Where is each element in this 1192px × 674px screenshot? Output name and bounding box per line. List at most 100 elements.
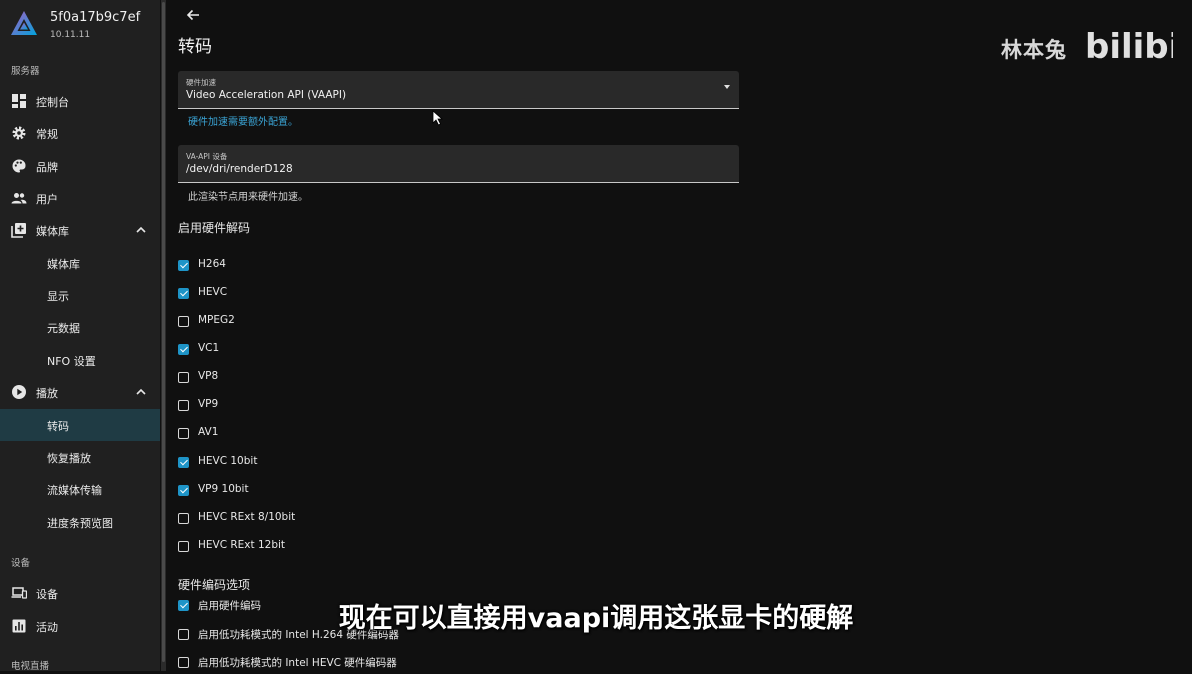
video-watermark: 林本兔 bilibili bbox=[1001, 22, 1181, 66]
codec-label: VP9 bbox=[198, 398, 219, 410]
codec-label: MPEG2 bbox=[198, 314, 235, 326]
codec-label: HEVC bbox=[198, 286, 228, 298]
checkbox[interactable] bbox=[178, 400, 189, 411]
chevron-up-icon[interactable] bbox=[134, 385, 148, 399]
codec-label: HEVC 10bit bbox=[198, 455, 258, 467]
page-title: 转码 bbox=[178, 37, 212, 57]
sidebar-item-label: 控制台 bbox=[36, 96, 69, 109]
bilibili-logo-icon: bilibili bbox=[1085, 27, 1173, 66]
library-add-icon bbox=[11, 223, 26, 238]
decode-codec-vp9[interactable]: VP9 bbox=[178, 397, 698, 417]
palette-icon bbox=[12, 159, 26, 173]
sidebar-item-dashboard[interactable]: 控制台 bbox=[0, 85, 160, 117]
watermark-logo-text: bilibili bbox=[1085, 27, 1173, 66]
sidebar-item-label: 品牌 bbox=[36, 161, 58, 174]
video-subtitle: 现在可以直接用vaapi调用这张显卡的硬解 bbox=[338, 603, 854, 634]
sidebar-item-label: 常规 bbox=[36, 128, 58, 141]
sidebar-scrollbar-thumb[interactable] bbox=[162, 2, 165, 662]
checkbox[interactable] bbox=[178, 541, 189, 552]
option-label: 启用低功耗模式的 Intel HEVC 硬件编码器 bbox=[198, 657, 397, 669]
sidebar-subitem-streaming[interactable]: 流媒体传输 bbox=[0, 473, 160, 505]
chevron-up-icon[interactable] bbox=[134, 223, 148, 237]
sidebar-item-playback[interactable]: 播放 bbox=[0, 376, 160, 408]
back-arrow-icon[interactable] bbox=[185, 7, 201, 23]
dropdown-caret-icon bbox=[724, 85, 730, 89]
codec-label: VC1 bbox=[198, 342, 220, 354]
sidebar: 5f0a17b9c7ef 10.11.11 服务器 控制台 常规 品牌 用户 媒… bbox=[0, 0, 160, 671]
sidebar-item-label: 用户 bbox=[36, 193, 58, 206]
checkbox[interactable] bbox=[178, 316, 189, 327]
hardware-decoding-title: 启用硬件解码 bbox=[178, 221, 251, 235]
hardware-acceleration-label: 硬件加速 bbox=[186, 78, 216, 87]
sidebar-subitem-libraries[interactable]: 媒体库 bbox=[0, 247, 160, 279]
mouse-cursor-icon bbox=[432, 110, 444, 126]
checkbox[interactable] bbox=[178, 513, 189, 524]
hardware-acceleration-select[interactable]: 硬件加速 Video Acceleration API (VAAPI) bbox=[178, 71, 739, 109]
sidebar-item-branding[interactable]: 品牌 bbox=[0, 150, 160, 182]
checkbox[interactable] bbox=[178, 372, 189, 383]
sidebar-subitem-metadata[interactable]: 元数据 bbox=[0, 311, 160, 343]
sidebar-item-label: 转码 bbox=[47, 420, 69, 433]
sidebar-subitem-nfo[interactable]: NFO 设置 bbox=[0, 344, 160, 376]
dashboard-icon bbox=[12, 94, 26, 108]
codec-label: H264 bbox=[198, 258, 226, 270]
sidebar-item-label: 元数据 bbox=[47, 322, 80, 335]
play-circle-icon bbox=[12, 385, 26, 399]
codec-label: HEVC RExt 12bit bbox=[198, 539, 286, 551]
sidebar-item-label: 恢复播放 bbox=[47, 452, 91, 465]
server-brand[interactable]: 5f0a17b9c7ef 10.11.11 bbox=[9, 9, 159, 45]
checkbox[interactable] bbox=[178, 260, 189, 271]
server-name: 5f0a17b9c7ef bbox=[50, 10, 141, 25]
checkbox[interactable] bbox=[178, 457, 189, 468]
decode-codec-vp9-10bit[interactable]: VP9 10bit bbox=[178, 482, 698, 502]
hardware-acceleration-value: Video Acceleration API (VAAPI) bbox=[186, 89, 347, 101]
sidebar-item-label: NFO 设置 bbox=[47, 355, 96, 368]
sidebar-item-label: 媒体库 bbox=[36, 225, 69, 238]
checkbox[interactable] bbox=[178, 485, 189, 496]
section-title-server: 服务器 bbox=[11, 66, 40, 77]
codec-label: VP9 10bit bbox=[198, 483, 249, 495]
sidebar-subitem-transcoding[interactable]: 转码 bbox=[0, 409, 160, 441]
sidebar-subitem-resume[interactable]: 恢复播放 bbox=[0, 441, 160, 473]
gear-icon bbox=[12, 126, 26, 140]
vaapi-device-field[interactable]: VA-API 设备 /dev/dri/renderD128 bbox=[178, 145, 739, 183]
decode-codec-vc1[interactable]: VC1 bbox=[178, 341, 698, 361]
checkbox[interactable] bbox=[178, 428, 189, 439]
section-title-devices: 设备 bbox=[11, 558, 31, 569]
sidebar-item-users[interactable]: 用户 bbox=[0, 182, 160, 214]
sidebar-item-label: 进度条预览图 bbox=[47, 517, 113, 530]
section-title-livetv: 电视直播 bbox=[11, 661, 50, 671]
sidebar-item-label: 流媒体传输 bbox=[47, 484, 102, 497]
vaapi-device-value: /dev/dri/renderD128 bbox=[186, 163, 293, 175]
codec-label: VP8 bbox=[198, 370, 219, 382]
enable-intel-lowpower-hevc[interactable]: 启用低功耗模式的 Intel HEVC 硬件编码器 bbox=[178, 654, 698, 674]
sidebar-item-label: 显示 bbox=[47, 290, 69, 303]
checkbox[interactable] bbox=[178, 288, 189, 299]
checkbox[interactable] bbox=[178, 657, 189, 668]
vaapi-device-help: 此渲染节点用来硬件加速。 bbox=[188, 192, 308, 203]
codec-label: HEVC RExt 8/10bit bbox=[198, 511, 296, 523]
decode-codec-av1[interactable]: AV1 bbox=[178, 425, 698, 445]
decode-codec-hevc[interactable]: HEVC bbox=[178, 285, 698, 305]
sidebar-item-label: 媒体库 bbox=[47, 258, 80, 271]
sidebar-item-label: 播放 bbox=[36, 387, 58, 400]
sidebar-item-libraries[interactable]: 媒体库 bbox=[0, 214, 160, 246]
decode-codec-h264[interactable]: H264 bbox=[178, 257, 698, 277]
watermark-author: 林本兔 bbox=[1001, 38, 1067, 62]
sidebar-subitem-display[interactable]: 显示 bbox=[0, 279, 160, 311]
decode-codec-hevc-rext-8-10bit[interactable]: HEVC RExt 8/10bit bbox=[178, 510, 698, 530]
decode-codec-vp8[interactable]: VP8 bbox=[178, 369, 698, 389]
hardware-encoding-title: 硬件编码选项 bbox=[178, 578, 251, 592]
vaapi-device-label: VA-API 设备 bbox=[186, 152, 228, 161]
jellyfin-logo-icon bbox=[11, 11, 37, 35]
decode-codec-mpeg2[interactable]: MPEG2 bbox=[178, 313, 698, 333]
decode-codec-hevc-10bit[interactable]: HEVC 10bit bbox=[178, 454, 698, 474]
decode-codec-hevc-rext-12bit[interactable]: HEVC RExt 12bit bbox=[178, 538, 698, 558]
sidebar-subitem-trickplay[interactable]: 进度条预览图 bbox=[0, 506, 160, 538]
checkbox[interactable] bbox=[178, 344, 189, 355]
hardware-acceleration-help-link[interactable]: 硬件加速需要额外配置。 bbox=[188, 113, 298, 128]
server-version: 10.11.11 bbox=[50, 30, 91, 40]
codec-label: AV1 bbox=[198, 426, 219, 438]
users-icon bbox=[11, 193, 27, 204]
sidebar-item-general[interactable]: 常规 bbox=[0, 117, 160, 149]
